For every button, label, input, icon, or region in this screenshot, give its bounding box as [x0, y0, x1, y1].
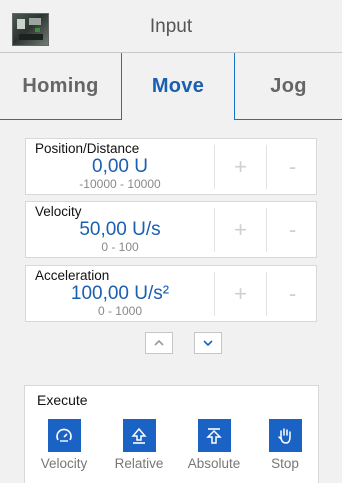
decrement-button[interactable]: - [266, 272, 318, 316]
decrement-button[interactable]: - [266, 208, 318, 252]
increment-button[interactable]: + [214, 272, 266, 316]
param-range: 0 - 1000 [97, 304, 143, 318]
tab-bar: Homing Move Jog [0, 52, 342, 120]
stop-execute-button[interactable]: Stop [254, 419, 316, 471]
exec-label: Stop [271, 456, 299, 471]
relative-execute-button[interactable]: Relative [104, 419, 174, 471]
param-label: Position/Distance [35, 141, 140, 156]
increment-button[interactable]: + [214, 145, 266, 189]
param-value[interactable]: 100,00 U/s² [26, 283, 214, 305]
param-label: Acceleration [35, 268, 110, 283]
scroll-up-button[interactable] [145, 332, 173, 354]
exec-label: Velocity [40, 456, 88, 471]
param-range: 0 - 100 [101, 240, 139, 254]
param-value[interactable]: 0,00 U [26, 156, 214, 178]
chevron-down-icon [203, 340, 213, 347]
tab-homing[interactable]: Homing [0, 53, 121, 120]
speedometer-icon[interactable] [47, 419, 81, 452]
param-value[interactable]: 50,00 U/s [26, 219, 214, 241]
position-distance-field[interactable]: Position/Distance 0,00 U -10000 - 10000 … [25, 138, 317, 195]
move-panel: Position/Distance 0,00 U -10000 - 10000 … [0, 119, 342, 483]
velocity-field[interactable]: Velocity 50,00 U/s 0 - 100 + - [25, 201, 317, 258]
exec-label: Relative [114, 456, 164, 471]
relative-arrow-icon[interactable] [122, 419, 156, 452]
acceleration-field[interactable]: Acceleration 100,00 U/s² 0 - 1000 + - [25, 265, 317, 322]
absolute-execute-button[interactable]: Absolute [179, 419, 249, 471]
velocity-execute-button[interactable]: Velocity [29, 419, 99, 471]
tab-move[interactable]: Move [121, 53, 235, 120]
execute-title: Execute [37, 392, 88, 408]
decrement-button[interactable]: - [266, 145, 318, 189]
scroll-down-button[interactable] [194, 332, 222, 354]
param-range: -10000 - 10000 [79, 177, 161, 191]
absolute-arrow-icon[interactable] [197, 419, 231, 452]
exec-label: Absolute [187, 456, 241, 471]
execute-panel: Execute Velocity Relative Absolute Stop [24, 385, 319, 483]
tab-jog[interactable]: Jog [235, 53, 342, 120]
hand-stop-icon[interactable] [268, 419, 302, 452]
increment-button[interactable]: + [214, 208, 266, 252]
chevron-up-icon [154, 339, 164, 346]
header-bar: Input [0, 0, 342, 52]
page-title: Input [149, 16, 193, 37]
param-label: Velocity [35, 204, 82, 219]
